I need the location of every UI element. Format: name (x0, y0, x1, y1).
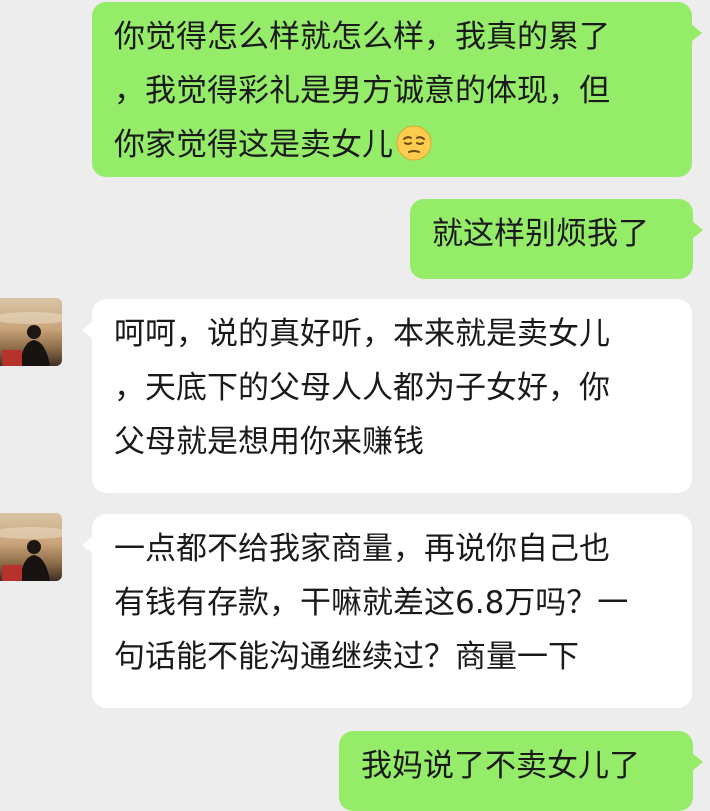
message-text-line: 句话能不能沟通继续过？商量一下 (114, 639, 579, 675)
message-text-line: 呵呵，说的真好听，本来就是卖女儿 (114, 316, 610, 352)
message-bubble-received[interactable]: 呵呵，说的真好听，本来就是卖女儿 ，天底下的父母人人都为子女好，你 父母就是想用… (82, 299, 692, 493)
contact-avatar[interactable] (0, 513, 62, 581)
message-text-line: 你家觉得这是卖女儿 (114, 127, 393, 163)
message-bubble-sent[interactable]: 你觉得怎么样就怎么样，我真的累了 ，我觉得彩礼是男方诚意的体现，但 你家觉得这是… (92, 2, 702, 177)
pensive-face-icon (395, 124, 433, 162)
message-text-line: 就这样别烦我了 (432, 216, 649, 252)
message-bubble-received[interactable]: 一点都不给我家商量，再说你自己也 有钱有存款，干嘛就差这6.8万吗？一 句话能不… (82, 514, 692, 708)
message-text-line: ，我觉得彩礼是男方诚意的体现，但 (114, 73, 610, 109)
message-text-line: 你觉得怎么样就怎么样，我真的累了 (114, 19, 610, 55)
message-text-line: 有钱有存款，干嘛就差这6.8万吗？一 (114, 585, 629, 621)
message-text-line: 父母就是想用你来赚钱 (114, 424, 424, 460)
message-text-line: ，天底下的父母人人都为子女好，你 (114, 370, 610, 406)
message-bubble-sent[interactable]: 就这样别烦我了 (410, 199, 703, 279)
message-text-line: 我妈说了不卖女儿了 (361, 748, 640, 784)
message-text-line: 一点都不给我家商量，再说你自己也 (114, 531, 610, 567)
message-bubble-sent[interactable]: 我妈说了不卖女儿了 (339, 731, 703, 811)
contact-avatar[interactable] (0, 298, 62, 366)
